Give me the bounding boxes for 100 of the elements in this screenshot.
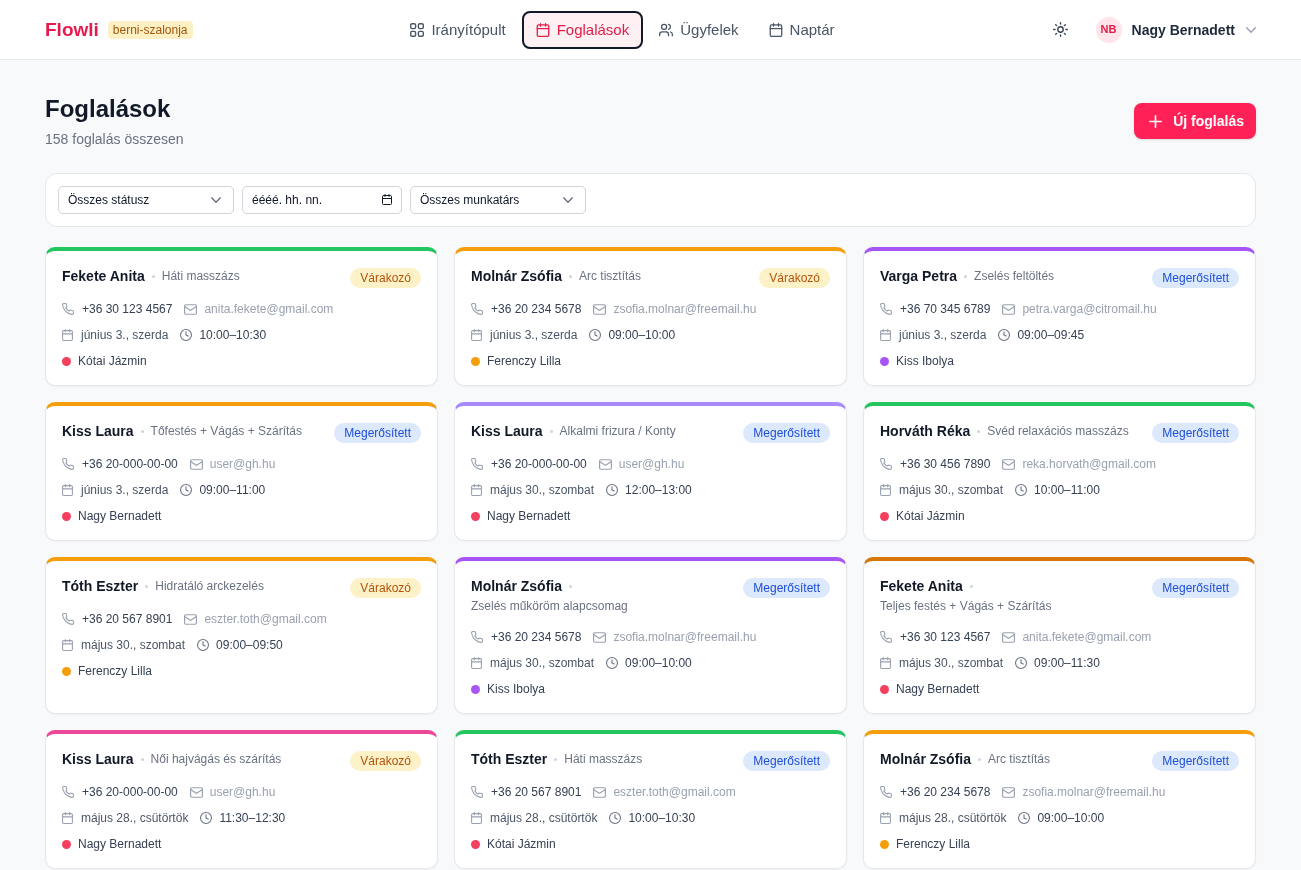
mail-icon [593,631,607,643]
clock-icon [609,812,622,824]
service-name: Hidratáló arckezelés [155,578,264,595]
booking-card[interactable]: Tóth Eszter Háti masszázs Megerősített +36 20 567 8901 eszter.toth@gmail.com május 28., csütörtök 10:00–10:30 Kótai Jázmin [454,730,847,869]
client-name: Kiss Laura [62,750,134,769]
status-badge: Várakozó [350,751,421,771]
booking-time: 12:00–13:00 [625,482,692,499]
email-address: zsofia.molnar@freemail.hu [613,301,757,318]
booking-card[interactable]: Kiss Laura Tőfestés + Vágás + Szárítás Megerősített +36 20-000-00-00 user@gh.hu június 3., szerda 09:00–11:00 Nagy Bernadett [45,402,438,541]
client-name: Kiss Laura [62,422,134,441]
clock-icon [606,657,619,669]
user-name[interactable]: Nagy Bernadett [1131,19,1235,40]
client-name: Tóth Eszter [62,577,139,596]
booking-date: május 30., szombat [490,482,595,499]
nav-tab[interactable]: Ügyfelek [645,10,753,49]
booking-card[interactable]: Kiss Laura Női hajvágás és szárítás Várakozó +36 20-000-00-00 user@gh.hu május 28., csütörtök 11:30–12:30 Nagy Bernadett [45,730,438,869]
calendar-icon [535,22,550,37]
booking-card[interactable]: Molnár Zsófia Arc tisztítás Várakozó +36 20 234 5678 zsofia.molnar@freemail.hu június 3., szerda 09:00–10:00 Ferenczy Lilla [454,247,847,386]
status-badge: Megerősített [743,751,830,771]
nav-tab[interactable]: Foglalások [521,10,644,49]
calendar-icon [471,484,482,496]
booking-card[interactable]: Fekete Anita Teljes festés + Vágás + Szárítás Megerősített +36 30 123 4567 anita.fekete@gmail.com május 30., szombat 09:00–11:30 Nagy Bernadett [863,557,1256,714]
calendar-icon [471,329,482,341]
phone-number: +36 20-000-00-00 [82,784,178,801]
booking-card[interactable]: Horváth Réka Svéd relaxációs masszázs Megerősített +36 30 456 7890 reka.horvath@gmail.com május 30., szombat 10:00–11:00 Kótai Jázmin [863,402,1256,541]
calendar-icon [880,657,891,669]
service-name: Teljes festés + Vágás + Szárítás [880,598,1052,615]
booking-time: 09:00–09:50 [216,637,283,654]
phone-number: +36 70 345 6789 [900,301,991,318]
booking-time: 10:00–11:00 [1034,482,1100,499]
booking-card[interactable]: Tóth Eszter Hidratáló arckezelés Várakozó +36 20 567 8901 eszter.toth@gmail.com május 30., szombat 09:00–09:50 Ferenczy Lilla [45,557,438,714]
booking-date: június 3., szerda [899,327,987,344]
mail-icon [184,303,198,315]
booking-card[interactable]: Molnár Zsófia Zselés műköröm alapcsomag Megerősített +36 20 234 5678 zsofia.molnar@freemail.hu május 30., szombat 09:00–10:00 Kiss Ibolya [454,557,847,714]
staff-name: Ferenczy Lilla [78,663,153,680]
nav-tab[interactable]: Irányítópult [396,10,520,49]
new-booking-button[interactable]: Új foglalás [1134,103,1256,139]
client-name: Fekete Anita [62,267,145,286]
clock-icon [197,639,210,651]
booking-date: június 3., szerda [81,482,169,499]
phone-icon [471,631,483,643]
phone-icon [62,786,74,798]
filter-select[interactable]: Összes munkatárs [410,186,586,214]
status-badge: Várakozó [759,268,830,288]
booking-date: május 28., csütörtök [490,810,598,827]
service-name: Háti masszázs [564,751,643,768]
phone-icon [62,303,74,315]
client-name: Tóth Eszter [471,750,548,769]
booking-card[interactable]: Varga Petra Zselés feltöltés Megerősített +36 70 345 6789 petra.varga@citromail.hu június 3., szerda 09:00–09:45 Kiss Ibolya [863,247,1256,386]
service-name: Tőfestés + Vágás + Szárítás [150,423,302,440]
phone-icon [471,458,483,470]
service-name: Arc tisztítás [579,268,642,285]
phone-number: +36 20-000-00-00 [82,456,178,473]
theme-toggle-button[interactable] [1052,22,1068,37]
status-badge: Várakozó [350,268,421,288]
booking-time: 09:00–09:45 [1017,327,1085,344]
chevron-down-icon [1246,26,1256,33]
phone-number: +36 20 234 5678 [491,629,582,646]
calendar-icon [62,639,73,651]
phone-icon [471,786,483,798]
booking-card[interactable]: Molnár Zsófia Arc tisztítás Megerősített +36 20 234 5678 zsofia.molnar@freemail.hu május 28., csütörtök 09:00–10:00 Ferenczy Lilla [863,730,1256,869]
booking-card[interactable]: Kiss Laura Alkalmi frizura / Konty Megerősített +36 20-000-00-00 user@gh.hu május 30., szombat 12:00–13:00 Nagy Bernadett [454,402,847,541]
chevron-down-icon [211,197,221,203]
phone-number: +36 20 567 8901 [491,784,582,801]
calendar-icon [768,22,783,37]
date-field[interactable]: éééé. hh. nn. [242,186,402,214]
staff-name: Nagy Bernadett [78,508,162,525]
email-address: zsofia.molnar@freemail.hu [1022,784,1166,801]
email-address: user@gh.hu [618,456,685,473]
phone-icon [62,613,74,625]
filter-select[interactable]: Összes státusz [58,186,234,214]
mail-icon [189,786,203,798]
staff-name: Nagy Bernadett [78,836,162,853]
service-name: Svéd relaxációs masszázs [987,423,1129,440]
clock-icon [1018,812,1031,824]
calendar-icon [880,484,891,496]
email-address: anita.fekete@gmail.com [204,301,334,318]
mail-icon [593,786,607,798]
calendar-icon [471,812,482,824]
email-address: zsofia.molnar@freemail.hu [613,629,757,646]
booking-date: május 28., csütörtök [81,810,189,827]
client-name: Horváth Réka [880,422,971,441]
client-name: Varga Petra [880,267,958,286]
booking-date: május 30., szombat [899,655,1004,672]
booking-date: május 30., szombat [81,637,186,654]
sun-icon [1052,22,1068,37]
staff-name: Ferenczy Lilla [896,836,971,853]
phone-icon [471,303,483,315]
calendar-icon [382,194,392,205]
service-name: Női hajvágás és szárítás [150,751,282,768]
nav-tab[interactable]: Naptár [754,10,849,49]
booking-date: június 3., szerda [81,327,169,344]
phone-icon [880,303,892,315]
email-address: user@gh.hu [209,784,276,801]
booking-card[interactable]: Fekete Anita Háti masszázs Várakozó +36 30 123 4567 anita.fekete@gmail.com június 3., szerda 10:00–10:30 Kótai Jázmin [45,247,438,386]
booking-date: június 3., szerda [490,327,578,344]
chevron-down-icon [563,197,573,203]
service-name: Alkalmi frizura / Konty [559,423,676,440]
app-logo[interactable]: Flowli [45,17,99,42]
phone-icon [880,631,892,643]
